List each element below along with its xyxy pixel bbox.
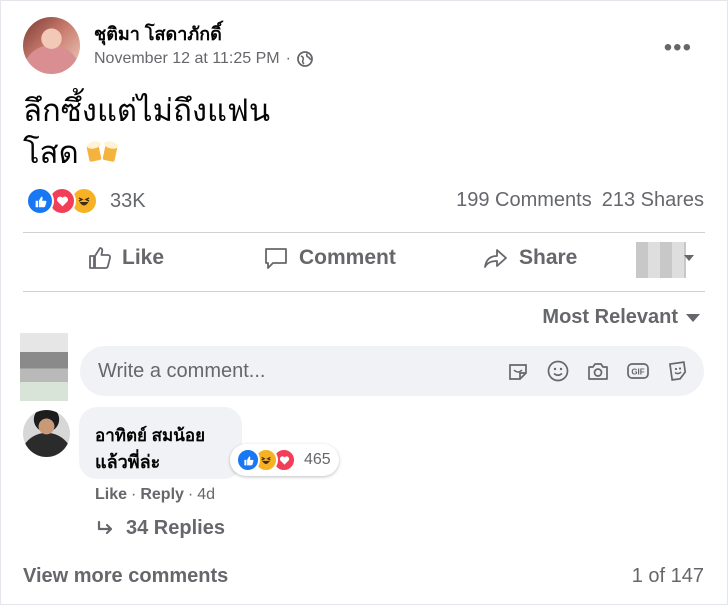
caret-down-icon xyxy=(686,313,700,322)
post-author-name[interactable]: ชุติมา โสดาภักดิ์ xyxy=(94,19,222,48)
page-avatar-selector[interactable] xyxy=(636,242,686,278)
globe-icon xyxy=(297,51,313,67)
like-reaction-icon xyxy=(236,448,260,472)
divider xyxy=(23,232,705,233)
comment-input[interactable] xyxy=(96,358,480,384)
comments-count[interactable]: 199 Comments xyxy=(456,189,592,212)
comment-time[interactable]: 4d xyxy=(197,486,215,504)
post-meta: November 12 at 11:25 PM · xyxy=(94,50,313,68)
current-user-avatar xyxy=(20,333,68,401)
comment-actions: Like · Reply · 4d xyxy=(95,486,215,504)
share-button[interactable]: Share xyxy=(483,246,577,270)
post-timestamp[interactable]: November 12 at 11:25 PM xyxy=(94,50,280,68)
gif-icon[interactable]: GIF xyxy=(626,359,650,383)
like-button[interactable]: Like xyxy=(88,246,164,270)
author-avatar[interactable] xyxy=(23,17,80,74)
view-more-comments-link[interactable]: View more comments xyxy=(23,565,228,588)
comment-text: แล้วพี่ล่ะ xyxy=(95,452,161,472)
comment-reaction-count: 465 xyxy=(304,451,331,468)
post-stats: 199 Comments 213 Shares xyxy=(456,189,704,212)
sticker-icon[interactable] xyxy=(506,359,530,383)
sort-label: Most Relevant xyxy=(542,306,678,328)
more-options-icon[interactable]: ••• xyxy=(664,34,692,62)
share-arrow-icon xyxy=(484,249,507,268)
emoji-icon[interactable] xyxy=(546,359,570,383)
comment-reply-link[interactable]: Reply xyxy=(140,486,184,504)
comment-icon xyxy=(265,248,287,269)
like-reaction-icon xyxy=(26,187,54,215)
comment-input-box[interactable]: GIF xyxy=(80,346,704,396)
reaction-count: 33K xyxy=(110,189,146,212)
reactions-summary[interactable]: 33K xyxy=(26,187,146,215)
meta-separator: · xyxy=(285,50,291,67)
comment-input-icons: GIF xyxy=(506,359,690,383)
thumbs-up-icon xyxy=(89,247,111,269)
commenter-avatar[interactable] xyxy=(23,410,70,457)
shares-count[interactable]: 213 Shares xyxy=(602,189,704,212)
comment-sort-dropdown[interactable]: Most Relevant xyxy=(542,306,700,329)
comment-label: Comment xyxy=(299,246,396,269)
comment-like-link[interactable]: Like xyxy=(95,486,127,504)
post-text: ลึกซึ้งแต่ไม่ถึงแฟน โสด xyxy=(23,90,270,176)
beer-mugs-icon xyxy=(85,134,121,176)
svg-text:GIF: GIF xyxy=(631,368,644,377)
chevron-down-icon[interactable] xyxy=(684,255,694,261)
comment-author-name[interactable]: อาทิตย์ สมน้อย xyxy=(95,422,205,449)
avatar-sticker-icon[interactable] xyxy=(666,359,690,383)
like-label: Like xyxy=(122,246,165,269)
comment-pager: 1 of 147 xyxy=(631,565,704,587)
separator-dot: · xyxy=(131,486,137,503)
post-text-line2: โสด xyxy=(23,135,79,170)
replies-count: 34 Replies xyxy=(126,517,225,539)
reply-arrow-icon xyxy=(97,520,113,534)
separator-dot: · xyxy=(187,486,194,503)
comment-button[interactable]: Comment xyxy=(263,246,396,270)
share-label: Share xyxy=(519,246,578,269)
divider xyxy=(23,291,705,292)
view-replies-link[interactable]: 34 Replies xyxy=(96,517,225,540)
comment-reactions[interactable]: 465 xyxy=(230,444,339,476)
camera-icon[interactable] xyxy=(586,359,610,383)
post-text-line1: ลึกซึ้งแต่ไม่ถึงแฟน xyxy=(23,93,271,128)
